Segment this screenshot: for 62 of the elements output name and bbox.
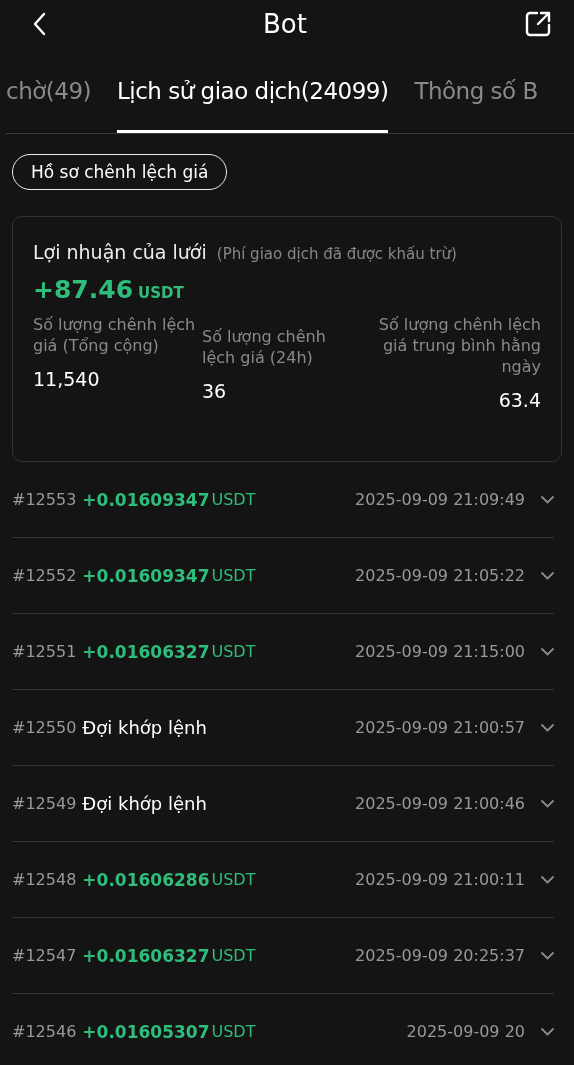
trade-row[interactable]: #12549 Đợi khớp lệnh 2025-09-09 21:00:46 <box>12 766 554 842</box>
trade-id: #12549 <box>12 794 77 813</box>
trade-time: 2025-09-09 21:05:22 <box>355 566 525 585</box>
trade-unit: USDT <box>211 870 256 889</box>
profit-unit: USDT <box>138 284 184 302</box>
chevron-down-icon[interactable] <box>541 799 554 808</box>
trade-unit: USDT <box>211 490 256 509</box>
chevron-down-icon[interactable] <box>541 1027 554 1036</box>
trade-time: 2025-09-09 21:09:49 <box>355 490 525 509</box>
tab[interactable]: Lịch sử giao dịch(24099) <box>117 48 389 133</box>
fee-note: (Phí giao dịch đã được khấu trừ) <box>216 245 457 263</box>
trade-amount: +0.01609347 <box>82 489 210 510</box>
share-icon[interactable] <box>524 10 552 38</box>
trade-time: 2025-09-09 21:00:57 <box>355 718 525 737</box>
chevron-down-icon[interactable] <box>541 951 554 960</box>
trade-status: Đợi khớp lệnh <box>82 793 207 814</box>
stat-label: Số lượng chênh lệch giá (Tổng cộng) <box>33 314 197 356</box>
trade-amount: +0.01606327 <box>82 945 210 966</box>
tab[interactable]: chờ(49) <box>6 48 91 133</box>
trade-row[interactable]: #12548 +0.01606286 USDT 2025-09-09 21:00:11 <box>12 842 554 918</box>
trade-amount: +0.01606327 <box>82 641 210 662</box>
trade-unit: USDT <box>211 642 256 661</box>
profit-value: +87.46 <box>33 275 134 304</box>
trade-id: #12548 <box>12 870 77 889</box>
chevron-down-icon[interactable] <box>541 495 554 504</box>
trade-id: #12553 <box>12 490 77 509</box>
stat-value: 36 <box>202 380 228 402</box>
trade-unit: USDT <box>211 1022 256 1041</box>
trade-time: 2025-09-09 20:25:37 <box>355 946 525 965</box>
trade-unit: USDT <box>211 566 256 585</box>
trade-status: Đợi khớp lệnh <box>82 717 207 738</box>
trade-row[interactable]: #12551 +0.01606327 USDT 2025-09-09 21:15:00 <box>12 614 554 690</box>
trade-time: 2025-09-09 21:00:11 <box>355 870 525 889</box>
trade-time: 2025-09-09 21:15:00 <box>355 642 525 661</box>
tab[interactable]: Thông số B <box>414 48 538 133</box>
trade-id: #12550 <box>12 718 77 737</box>
trade-row[interactable]: #12553 +0.01609347 USDT 2025-09-09 21:09:49 <box>12 462 554 538</box>
page-title: Bot <box>263 9 307 39</box>
trade-unit: USDT <box>211 946 256 965</box>
back-icon[interactable] <box>32 12 46 36</box>
trade-row[interactable]: #12546 +0.01605307 USDT 2025-09-09 20 <box>12 994 554 1065</box>
trade-id: #12552 <box>12 566 77 585</box>
chevron-down-icon[interactable] <box>541 647 554 656</box>
stat-value: 11,540 <box>33 368 101 390</box>
trade-row[interactable]: #12550 Đợi khớp lệnh 2025-09-09 21:00:57 <box>12 690 554 766</box>
trade-amount: +0.01606286 <box>82 869 210 890</box>
stat-value: 63.4 <box>498 389 541 411</box>
chevron-down-icon[interactable] <box>541 723 554 732</box>
trade-row[interactable]: #12547 +0.01606327 USDT 2025-09-09 20:25:37 <box>12 918 554 994</box>
trade-id: #12547 <box>12 946 77 965</box>
card-title: Lợi nhuận của lưới <box>33 241 207 263</box>
trade-amount: +0.01609347 <box>82 565 210 586</box>
chevron-down-icon[interactable] <box>541 571 554 580</box>
stat-label: Số lượng chênh lệch giá trung bình hằng ngày <box>377 314 541 377</box>
trade-id: #12551 <box>12 642 77 661</box>
trade-amount: +0.01605307 <box>82 1021 210 1042</box>
chevron-down-icon[interactable] <box>541 875 554 884</box>
trade-time: 2025-09-09 20 <box>406 1022 525 1041</box>
stat-label: Số lượng chênh lệch giá (24h) <box>202 326 327 368</box>
trade-time: 2025-09-09 21:00:46 <box>355 794 525 813</box>
trade-row[interactable]: #12552 +0.01609347 USDT 2025-09-09 21:05:22 <box>12 538 554 614</box>
trade-id: #12546 <box>12 1022 77 1041</box>
